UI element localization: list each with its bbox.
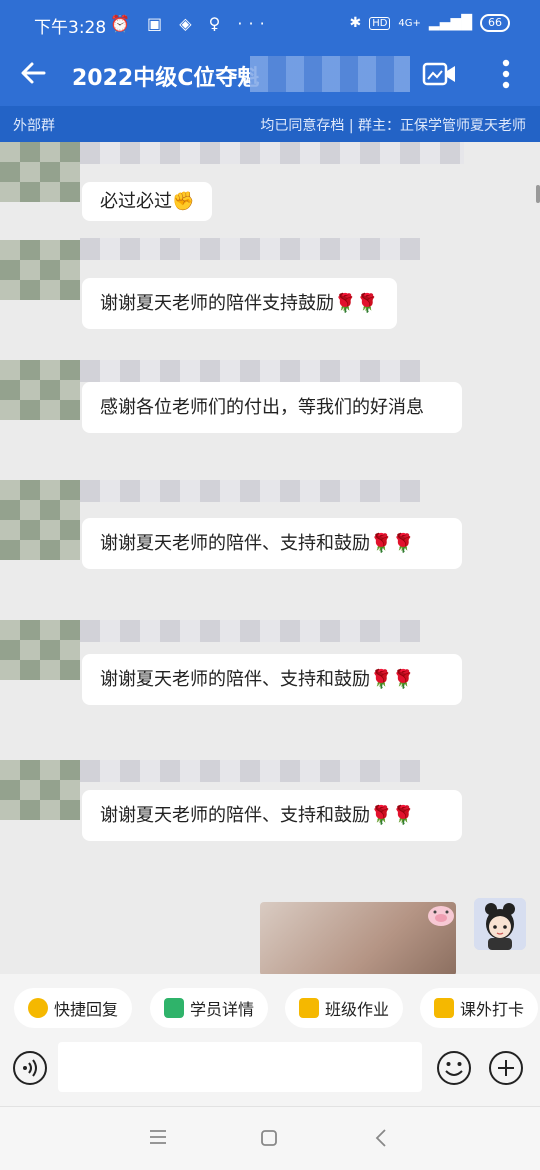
voice-icon[interactable] xyxy=(12,1050,48,1086)
message-bubble[interactable]: 感谢各位老师们的付出，等我们的好消息 xyxy=(82,382,462,433)
sender-name-redacted xyxy=(80,142,464,164)
chat-area[interactable]: 必过必过✊ 谢谢夏天老师的陪伴支持鼓励🌹🌹 感谢各位老师们的付出，等我们的好消息… xyxy=(0,142,540,974)
class-homework-button[interactable]: 班级作业 xyxy=(285,988,404,1028)
sender-name-redacted xyxy=(80,238,420,260)
checkin-button[interactable]: 课外打卡 xyxy=(420,988,539,1028)
avatar[interactable] xyxy=(0,480,80,560)
quick-reply-icon xyxy=(28,998,48,1018)
status-bar: 下午3:28 ⏰ ▣ ◈ ♀ ··· ✱ HD 4G+ ▂▄▆█ 66 xyxy=(0,0,540,48)
message-bubble[interactable]: 谢谢夏天老师的陪伴、支持和鼓励🌹🌹 xyxy=(82,518,462,569)
battery-icon: 66 xyxy=(480,14,510,32)
student-details-button[interactable]: 学员详情 xyxy=(150,988,269,1028)
my-avatar[interactable] xyxy=(474,898,526,950)
avatar[interactable] xyxy=(0,360,80,420)
quick-reply-button[interactable]: 快捷回复 xyxy=(14,988,133,1028)
sender-name-redacted xyxy=(80,760,420,782)
message-bubble[interactable]: 谢谢夏天老师的陪伴支持鼓励🌹🌹 xyxy=(82,278,397,329)
message-bubble[interactable]: 谢谢夏天老师的陪伴、支持和鼓励🌹🌹 xyxy=(82,654,462,705)
avatar[interactable] xyxy=(0,240,80,300)
network-label: 4G+ xyxy=(398,17,421,29)
app-bar: 2022中级C位夺魁 xyxy=(0,48,540,106)
input-bar xyxy=(0,1042,540,1106)
sender-name-redacted xyxy=(80,480,420,502)
message-bubble[interactable]: 必过必过✊ xyxy=(82,182,213,221)
video-camera-icon[interactable] xyxy=(422,60,458,88)
emoji-icon[interactable] xyxy=(436,1050,472,1086)
home-icon[interactable] xyxy=(260,1129,278,1147)
menu-icon[interactable] xyxy=(148,1129,168,1145)
pig-sticker-icon xyxy=(428,906,454,926)
avatar[interactable] xyxy=(0,142,80,202)
avatar[interactable] xyxy=(0,620,80,680)
checkin-icon xyxy=(434,998,454,1018)
message-input[interactable] xyxy=(58,1042,422,1092)
student-icon xyxy=(164,998,184,1018)
bluetooth-icon: ✱ xyxy=(349,15,362,31)
chip-label: 班级作业 xyxy=(325,1000,390,1019)
group-info-bar: 外部群 均已同意存档 | 群主：正保学管师夏天老师 xyxy=(0,106,540,142)
title-redaction xyxy=(250,56,410,92)
message-bubble[interactable]: 谢谢夏天老师的陪伴、支持和鼓励🌹🌹 xyxy=(82,790,462,841)
signal-icon: ▂▄▆█ xyxy=(428,15,472,31)
hd-icon: HD xyxy=(369,16,391,30)
system-nav-bar xyxy=(0,1106,540,1170)
nav-back-icon[interactable] xyxy=(374,1127,388,1149)
scroll-indicator[interactable] xyxy=(536,185,540,203)
chip-label: 课外打卡 xyxy=(460,1000,525,1019)
group-info[interactable]: 均已同意存档 | 群主：正保学管师夏天老师 xyxy=(260,115,526,135)
status-right: ✱ HD 4G+ ▂▄▆█ 66 xyxy=(349,14,510,32)
chip-label: 学员详情 xyxy=(190,1000,255,1019)
chat-title: 2022中级C位夺魁 xyxy=(72,66,260,91)
sender-name-redacted xyxy=(80,360,420,382)
homework-icon xyxy=(299,998,319,1018)
avatar[interactable] xyxy=(0,760,80,820)
quick-action-bar: 快捷回复 学员详情 班级作业 课外打卡 xyxy=(0,974,540,1042)
plus-icon[interactable] xyxy=(488,1050,524,1086)
arrow-left-icon[interactable] xyxy=(18,58,48,88)
external-group-tag: 外部群 xyxy=(13,118,55,134)
chip-label: 快捷回复 xyxy=(54,1000,119,1019)
cartoon-girl-icon xyxy=(474,898,526,950)
status-time: 下午3:28 xyxy=(34,18,107,38)
sender-name-redacted xyxy=(80,620,420,642)
notification-icons: ⏰ ▣ ◈ ♀ ··· xyxy=(110,14,271,33)
more-vertical-icon[interactable] xyxy=(494,56,518,92)
